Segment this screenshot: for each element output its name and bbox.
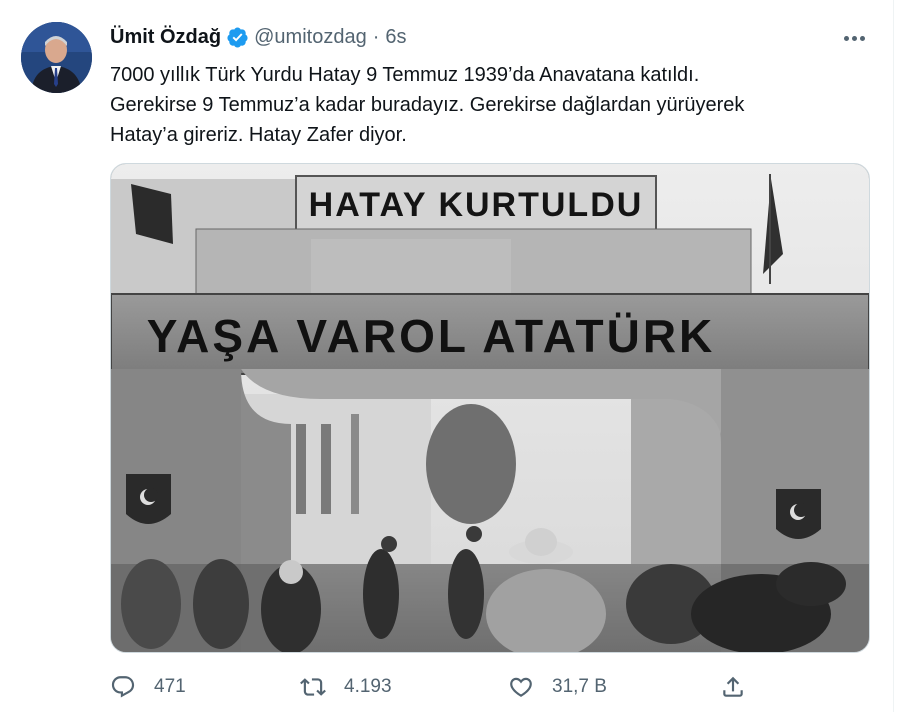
author-handle[interactable]: @umitozdag	[254, 26, 367, 49]
retweet-icon	[300, 678, 326, 696]
tweet-actions: 471 4.193 31,7 B	[110, 670, 870, 704]
separator-dot: ·	[372, 25, 380, 48]
tweet-timestamp[interactable]: 6s	[385, 26, 406, 49]
page-edge	[894, 0, 919, 712]
like-count: 31,7 B	[552, 676, 607, 697]
like-button[interactable]: 31,7 B	[508, 670, 607, 704]
top-sign-text: HATAY KURTULDU	[309, 186, 644, 224]
tweet-text-line: Hatay’a gireriz. Hatay Zafer diyor.	[110, 124, 407, 146]
reply-button[interactable]: 471	[110, 670, 186, 704]
arch-sign-text: YAŞA VAROL ATATÜRK	[147, 310, 716, 362]
share-icon	[723, 676, 743, 697]
tweet-text-line: 7000 yıllık Türk Yurdu Hatay 9 Temmuz 19…	[110, 64, 700, 86]
retweet-button[interactable]: 4.193	[300, 670, 392, 704]
tweet-header: Ümit Özdağ @umitozdag · 6s	[110, 24, 407, 50]
tweet-text: 7000 yıllık Türk Yurdu Hatay 9 Temmuz 19…	[110, 60, 870, 150]
reply-icon	[111, 676, 135, 698]
more-icon[interactable]	[838, 26, 870, 50]
share-button[interactable]	[720, 670, 746, 704]
tweet-photo[interactable]: HATAY KURTULDU YAŞA VAROL ATATÜRK	[110, 163, 870, 653]
like-icon	[510, 677, 532, 697]
avatar[interactable]	[21, 22, 92, 93]
retweet-count: 4.193	[344, 676, 392, 697]
verified-badge-icon	[226, 26, 249, 49]
tweet-card[interactable]: Ümit Özdağ @umitozdag · 6s 7000 yıllık T…	[0, 0, 894, 712]
reply-count: 471	[154, 676, 186, 697]
author-name[interactable]: Ümit Özdağ	[110, 26, 221, 49]
tweet-text-line: Gerekirse 9 Temmuz’a kadar buradayız. Ge…	[110, 94, 745, 116]
